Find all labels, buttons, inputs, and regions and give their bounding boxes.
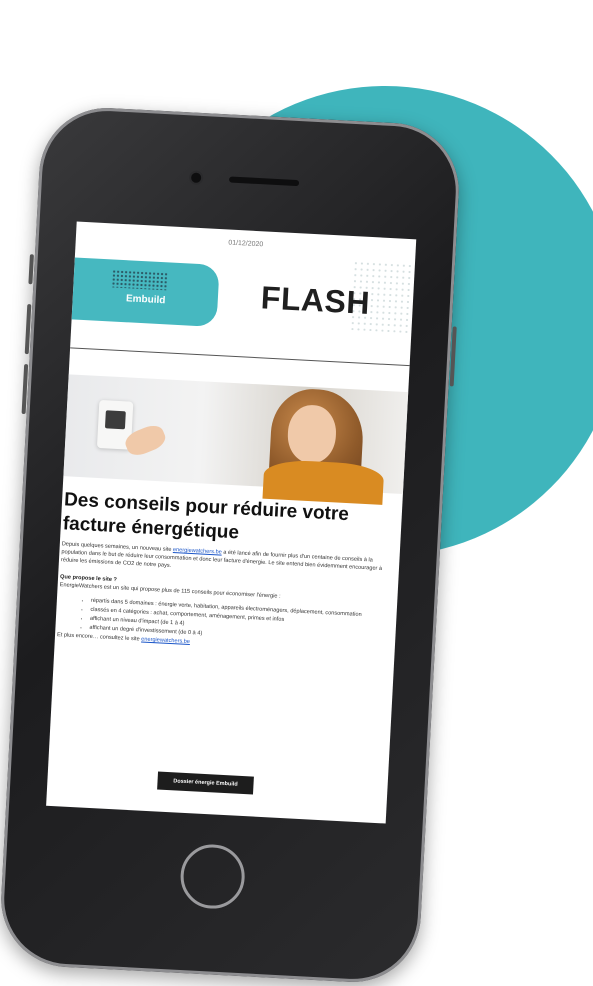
newsletter-date: 01/12/2020 — [228, 239, 264, 249]
hero-image — [63, 374, 409, 505]
mute-switch — [28, 254, 34, 285]
energiewatchers-link[interactable]: energiewatchers.be — [173, 547, 222, 556]
energiewatchers-link-2[interactable]: energiewatchers.be — [141, 636, 190, 645]
newsletter-banner: Embuild FLASH — [71, 257, 415, 337]
front-camera-icon — [190, 172, 202, 183]
woman-shirt-illustration — [262, 458, 385, 505]
volume-up-button — [24, 304, 32, 355]
flash-title: FLASH — [260, 279, 371, 321]
intro-text-2: a été lancé afin de fournir plus d'un ce… — [60, 549, 383, 572]
logo-mark-icon — [111, 269, 169, 291]
dossier-energie-button[interactable]: Dossier énergie Embuild — [157, 771, 254, 795]
smartphone-mockup: 01/12/2020 Embuild FLASH Des conseils po… — [0, 104, 463, 986]
speaker-grille — [228, 176, 300, 187]
volume-down-button — [21, 363, 29, 415]
email-screen: 01/12/2020 Embuild FLASH Des conseils po… — [46, 221, 417, 824]
divider — [70, 347, 410, 367]
home-button[interactable] — [178, 842, 247, 911]
logo-block — [71, 257, 220, 327]
